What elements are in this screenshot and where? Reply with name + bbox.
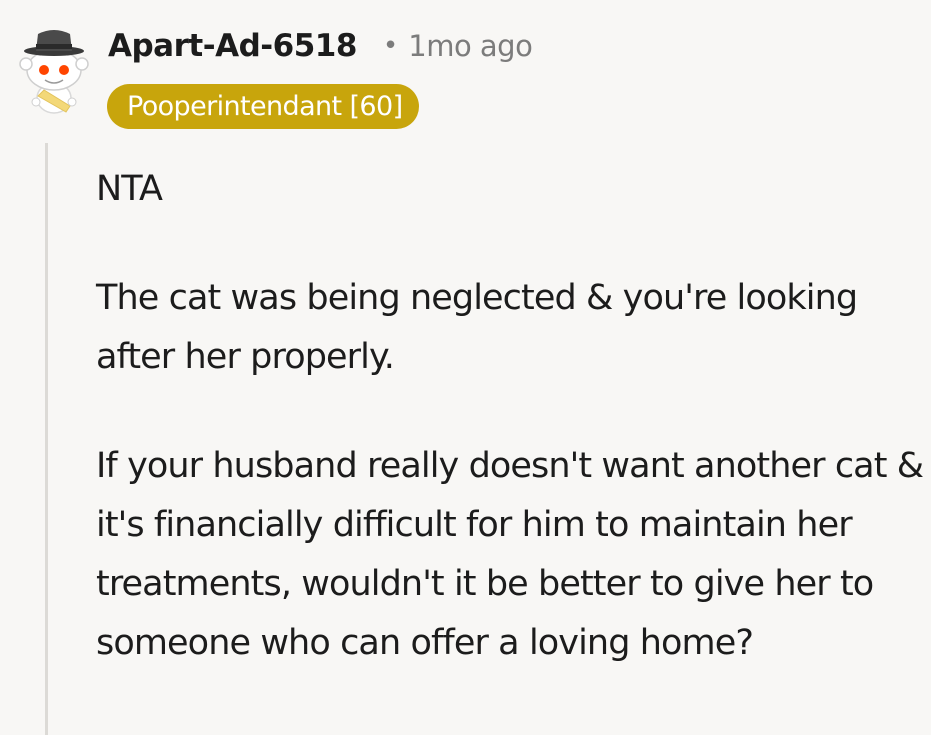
username-link[interactable]: Apart-Ad-6518 [108, 28, 357, 64]
meta-separator: • [382, 31, 399, 61]
thread-collapse-line[interactable] [45, 143, 48, 735]
comment-paragraph: If your husband really doesn't want anot… [96, 446, 924, 663]
comment-header: Apart-Ad-6518 • 1mo ago [108, 28, 533, 64]
snoo-avatar-with-hat-icon [19, 30, 89, 114]
comment: Apart-Ad-6518 • 1mo ago Pooperintendant … [0, 0, 931, 735]
user-avatar[interactable] [14, 20, 94, 120]
comment-body: NTA The cat was being neglected & you're… [96, 160, 926, 673]
comment-paragraph: The cat was being neglected & you're loo… [96, 278, 858, 377]
comment-paragraph: NTA [96, 169, 163, 209]
user-flair-badge: Pooperintendant [60] [107, 84, 419, 129]
comment-timestamp: 1mo ago [408, 29, 533, 63]
